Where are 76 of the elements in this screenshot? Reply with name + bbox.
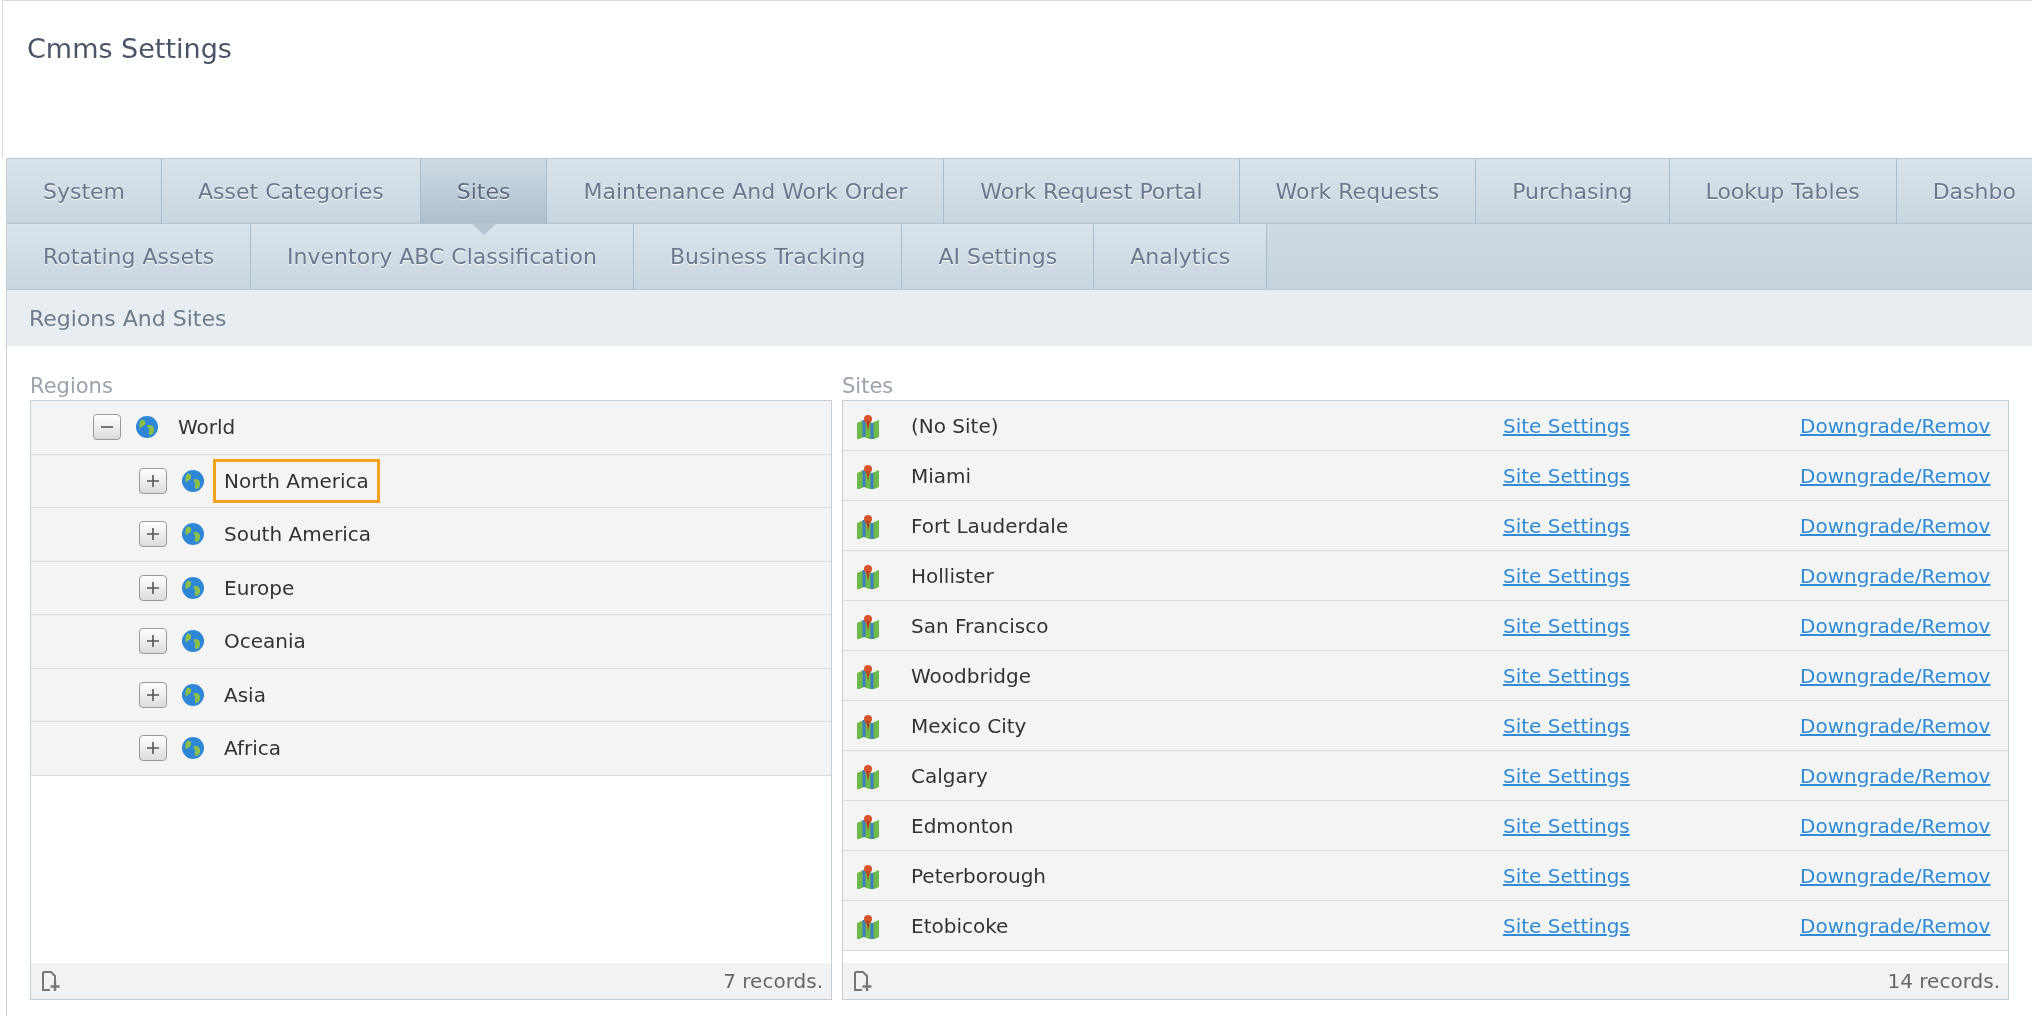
site-row[interactable]: (No Site) Site Settings Downgrade/Remov xyxy=(843,401,2008,451)
tree-row[interactable]: Oceania xyxy=(31,615,831,669)
downgrade-link[interactable]: Downgrade/Remov xyxy=(1800,510,1991,541)
region-label: World xyxy=(177,414,237,442)
site-settings-link[interactable]: Site Settings xyxy=(1503,510,1800,541)
region-label: South America xyxy=(223,521,372,549)
tab[interactable]: AI Settings xyxy=(902,224,1095,289)
page-title: Cmms Settings xyxy=(27,32,232,66)
tab[interactable]: Maintenance And Work Order xyxy=(547,159,945,223)
tab[interactable]: Purchasing xyxy=(1476,159,1670,223)
downgrade-link[interactable]: Downgrade/Remov xyxy=(1800,910,1991,941)
site-row[interactable]: Hollister Site Settings Downgrade/Remov xyxy=(843,551,2008,601)
site-name: Fort Lauderdale xyxy=(911,512,1070,540)
record-count: 14 records. xyxy=(1887,968,2000,995)
site-name: Mexico City xyxy=(911,712,1028,740)
site-settings-link[interactable]: Site Settings xyxy=(1503,560,1800,591)
site-row[interactable]: Peterborough Site Settings Downgrade/Remov xyxy=(843,851,2008,901)
record-count: 7 records. xyxy=(723,968,823,995)
region-label: North America xyxy=(213,458,380,503)
tab[interactable]: Work Request Portal xyxy=(944,159,1240,223)
site-row[interactable]: Edmonton Site Settings Downgrade/Remov xyxy=(843,801,2008,851)
site-name: Hollister xyxy=(911,562,995,590)
site-settings-link[interactable]: Site Settings xyxy=(1503,660,1800,691)
tree-row[interactable]: Europe xyxy=(31,561,831,615)
tab[interactable]: Lookup Tables xyxy=(1669,159,1897,223)
tab[interactable]: Business Tracking xyxy=(633,224,903,289)
downgrade-link[interactable]: Downgrade/Remov xyxy=(1800,810,1991,841)
downgrade-link[interactable]: Downgrade/Remov xyxy=(1800,660,1991,691)
region-label: Africa xyxy=(223,735,283,763)
downgrade-link[interactable]: Downgrade/Remov xyxy=(1800,410,1991,441)
site-row[interactable]: Fort Lauderdale Site Settings Downgrade/Remov xyxy=(843,501,2008,551)
site-name: San Francisco xyxy=(911,612,1050,640)
tab[interactable]: Rotating Assets xyxy=(7,224,252,289)
tab[interactable]: Asset Categories xyxy=(162,159,421,223)
site-name: (No Site) xyxy=(911,412,1000,440)
section-title: Regions And Sites xyxy=(29,304,227,333)
panel-label: Regions xyxy=(30,373,113,400)
site-name: Etobicoke xyxy=(911,912,1010,940)
site-settings-link[interactable]: Site Settings xyxy=(1503,410,1800,441)
site-row[interactable]: Etobicoke Site Settings Downgrade/Remov xyxy=(843,901,2008,951)
downgrade-link[interactable]: Downgrade/Remov xyxy=(1800,610,1991,641)
region-label: Europe xyxy=(223,574,296,602)
site-settings-link[interactable]: Site Settings xyxy=(1503,460,1800,491)
site-name: Edmonton xyxy=(911,812,1015,840)
downgrade-link[interactable]: Downgrade/Remov xyxy=(1800,760,1991,791)
downgrade-link[interactable]: Downgrade/Remov xyxy=(1800,710,1991,741)
region-label: Asia xyxy=(223,681,267,709)
site-row[interactable]: Woodbridge Site Settings Downgrade/Remov xyxy=(843,651,2008,701)
tree-row[interactable]: South America xyxy=(31,508,831,562)
panel-label: Sites xyxy=(842,373,894,400)
tree-row[interactable]: World xyxy=(31,401,831,455)
site-name: Woodbridge xyxy=(911,662,1032,690)
tree-row[interactable]: North America xyxy=(31,454,831,508)
site-row[interactable]: Miami Site Settings Downgrade/Remov xyxy=(843,451,2008,501)
site-settings-link[interactable]: Site Settings xyxy=(1503,860,1800,891)
tab[interactable]: Analytics xyxy=(1094,224,1268,289)
site-settings-link[interactable]: Site Settings xyxy=(1503,710,1800,741)
tree-row[interactable]: Africa xyxy=(31,722,831,776)
tab[interactable]: System xyxy=(7,159,163,223)
downgrade-link[interactable]: Downgrade/Remov xyxy=(1800,460,1991,491)
site-settings-link[interactable]: Site Settings xyxy=(1503,910,1800,941)
site-row[interactable]: San Francisco Site Settings Downgrade/Remov xyxy=(843,601,2008,651)
downgrade-link[interactable]: Downgrade/Remov xyxy=(1800,560,1991,591)
site-name: Miami xyxy=(911,462,973,490)
site-settings-link[interactable]: Site Settings xyxy=(1503,810,1800,841)
site-settings-link[interactable]: Site Settings xyxy=(1503,610,1800,641)
site-row[interactable]: Mexico City Site Settings Downgrade/Remov xyxy=(843,701,2008,751)
site-name: Calgary xyxy=(911,762,989,790)
region-label: Oceania xyxy=(223,628,307,656)
tree-row[interactable]: Asia xyxy=(31,668,831,722)
site-row[interactable]: Calgary Site Settings Downgrade/Remov xyxy=(843,751,2008,801)
site-settings-link[interactable]: Site Settings xyxy=(1503,760,1800,791)
site-name: Peterborough xyxy=(911,862,1048,890)
tab[interactable]: Inventory ABC Classification xyxy=(251,224,634,289)
tab[interactable]: Work Requests xyxy=(1239,159,1477,223)
downgrade-link[interactable]: Downgrade/Remov xyxy=(1800,860,1991,891)
